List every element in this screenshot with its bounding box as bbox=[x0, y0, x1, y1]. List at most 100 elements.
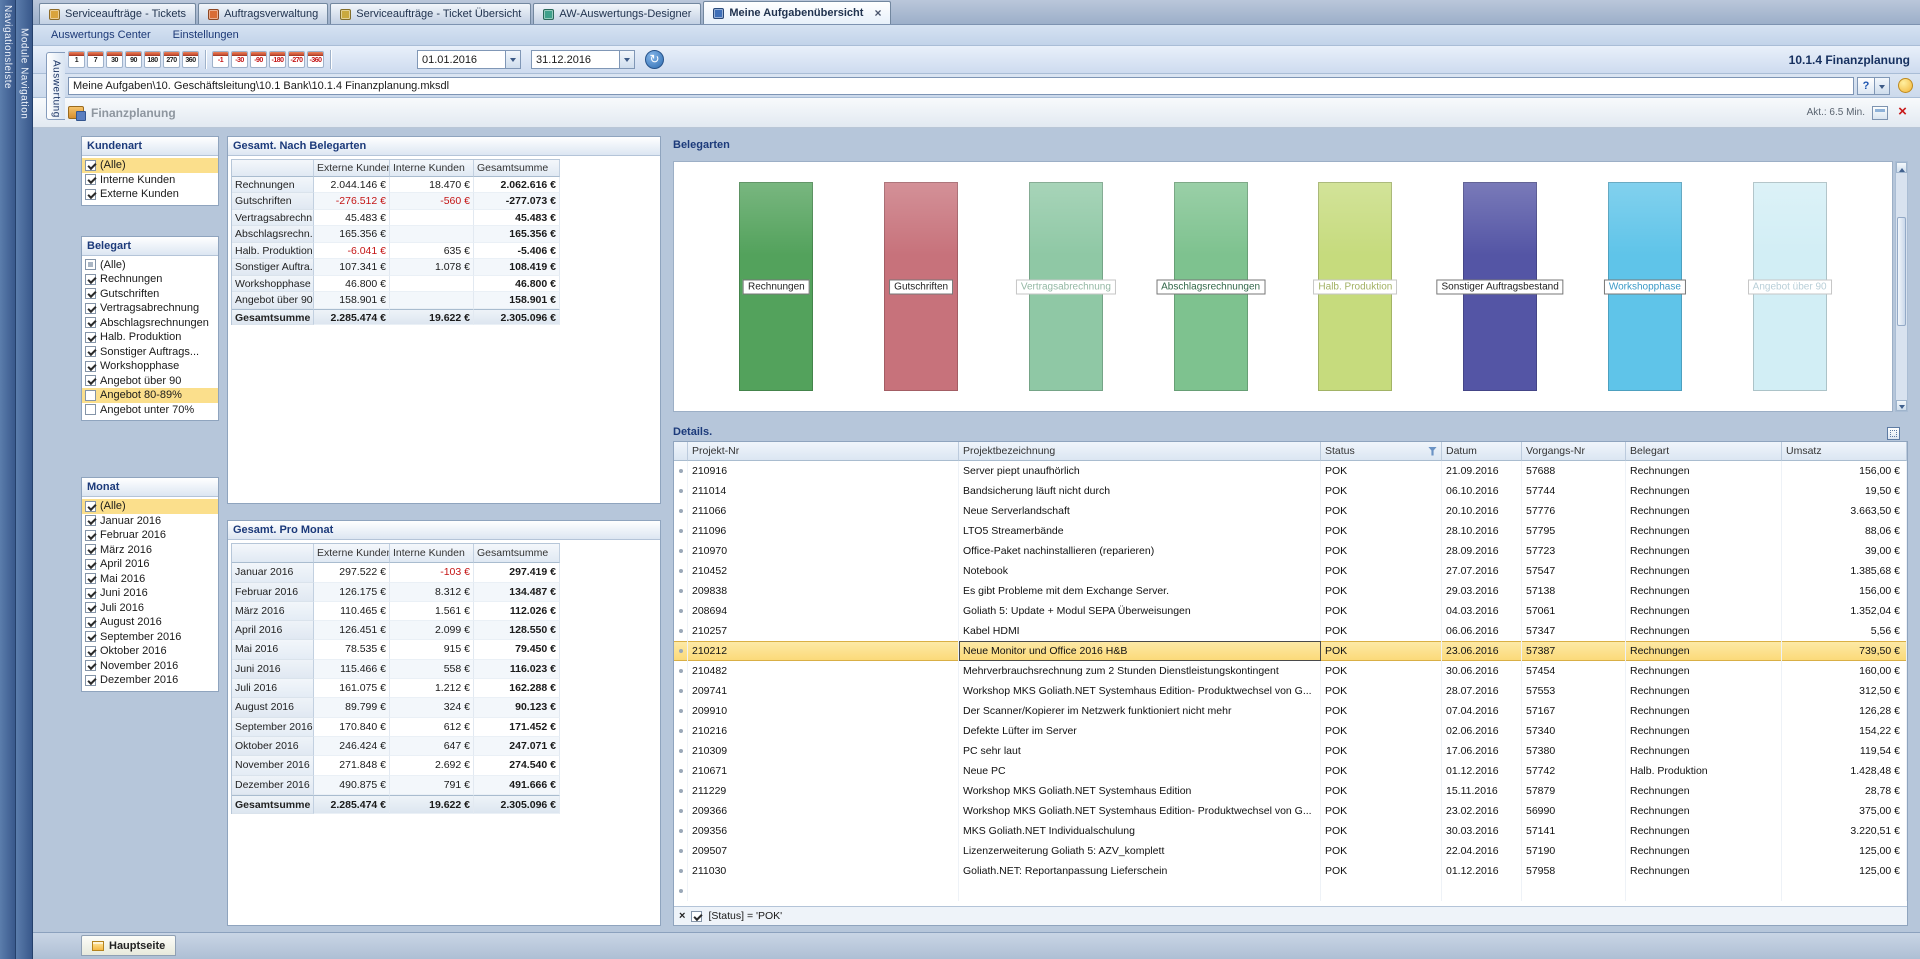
details-column-projektbezeichnung[interactable]: Projektbezeichnung bbox=[959, 442, 1321, 461]
checkbox-checked-icon[interactable] bbox=[85, 501, 96, 512]
details-row-209838[interactable]: 209838Es gibt Probleme mit dem Exchange … bbox=[674, 581, 1907, 601]
details-row-210916[interactable]: 210916Server piept unaufhörlichPOK21.09.… bbox=[674, 461, 1907, 481]
checkbox-checked-icon[interactable] bbox=[85, 375, 96, 386]
document-tab-auftragsverwaltung[interactable]: Auftragsverwaltung bbox=[198, 3, 328, 24]
filter-item-gutschriften[interactable]: Gutschriften bbox=[82, 287, 218, 302]
checkbox-checked-icon[interactable] bbox=[85, 573, 96, 584]
chart-scrollbar[interactable] bbox=[1895, 161, 1908, 412]
filter-item-mai-2016[interactable]: Mai 2016 bbox=[82, 572, 218, 587]
filter-item-halb-produktion[interactable]: Halb. Produktion bbox=[82, 330, 218, 345]
filter-item-oktober-2016[interactable]: Oktober 2016 bbox=[82, 644, 218, 659]
close-tab-icon[interactable]: × bbox=[874, 8, 881, 18]
filter-item-alle[interactable]: (Alle) bbox=[82, 258, 218, 273]
details-row-210482[interactable]: 210482Mehrverbrauchsrechnung zum 2 Stund… bbox=[674, 661, 1907, 681]
checkbox-checked-icon[interactable] bbox=[85, 303, 96, 314]
range-button-minus-360[interactable]: -360 bbox=[307, 51, 324, 68]
checkbox-checked-icon[interactable] bbox=[85, 559, 96, 570]
column-header-externe-kunden[interactable]: Externe Kunden bbox=[314, 160, 390, 177]
chart-bar-halb-produktion[interactable]: Halb. Produktion bbox=[1318, 182, 1392, 391]
checkbox-checked-icon[interactable] bbox=[85, 274, 96, 285]
tab-hauptseite[interactable]: Hauptseite bbox=[81, 935, 176, 956]
module-navigation-strip[interactable]: Module Navigation bbox=[16, 0, 33, 959]
details-row-210309[interactable]: 210309PC sehr lautPOK17.06.201657380Rech… bbox=[674, 741, 1907, 761]
filter-item-dezember-2016[interactable]: Dezember 2016 bbox=[82, 673, 218, 688]
details-row-211030[interactable]: 211030Goliath.NET: Reportanpassung Liefe… bbox=[674, 861, 1907, 881]
details-row-blank[interactable] bbox=[674, 881, 1907, 901]
checkbox-checked-icon[interactable] bbox=[85, 317, 96, 328]
details-column-umsatz[interactable]: Umsatz bbox=[1782, 442, 1907, 461]
details-row-209356[interactable]: 209356MKS Goliath.NET Individualschulung… bbox=[674, 821, 1907, 841]
report-path-input[interactable] bbox=[68, 77, 1854, 95]
details-row-210216[interactable]: 210216Defekte Lüfter im ServerPOK02.06.2… bbox=[674, 721, 1907, 741]
details-row-210212[interactable]: 210212Neue Monitor und Office 2016 H&BPO… bbox=[674, 641, 1907, 661]
column-header-gesamtsumme[interactable]: Gesamtsumme bbox=[474, 160, 560, 177]
navigationsleiste-strip[interactable]: Navigationsleiste bbox=[0, 0, 16, 959]
details-row-211229[interactable]: 211229Workshop MKS Goliath.NET Systemhau… bbox=[674, 781, 1907, 801]
details-row-211066[interactable]: 211066Neue ServerlandschaftPOK20.10.2016… bbox=[674, 501, 1907, 521]
filter-item-angebot-80-89[interactable]: Angebot 80-89% bbox=[82, 388, 218, 403]
filter-funnel-icon[interactable] bbox=[1428, 447, 1437, 456]
scroll-down-arrow-icon[interactable] bbox=[1896, 400, 1907, 411]
filter-item-abschlagsrechnungen[interactable]: Abschlagsrechnungen bbox=[82, 316, 218, 331]
help-button[interactable]: ? bbox=[1857, 77, 1875, 95]
refresh-icon[interactable]: ↻ bbox=[645, 50, 664, 69]
menu-einstellungen[interactable]: Einstellungen bbox=[163, 27, 249, 43]
details-row-209910[interactable]: 209910Der Scanner/Kopierer im Netzwerk f… bbox=[674, 701, 1907, 721]
chart-bar-angebot-über-90[interactable]: Angebot über 90 bbox=[1753, 182, 1827, 391]
checkbox-checked-icon[interactable] bbox=[85, 174, 96, 185]
tab-auswertung[interactable]: Auswertung bbox=[46, 52, 65, 120]
checkbox-checked-icon[interactable] bbox=[85, 675, 96, 686]
filter-item-februar-2016[interactable]: Februar 2016 bbox=[82, 528, 218, 543]
maximize-grid-icon[interactable] bbox=[1887, 427, 1900, 440]
document-tab-serviceaufträge-ticket-übersicht[interactable]: Serviceaufträge - Ticket Übersicht bbox=[330, 3, 531, 24]
details-row-208694[interactable]: 208694Goliath 5: Update + Modul SEPA Übe… bbox=[674, 601, 1907, 621]
checkbox-checked-icon[interactable] bbox=[85, 332, 96, 343]
filter-item-november-2016[interactable]: November 2016 bbox=[82, 659, 218, 674]
checkbox-unchecked-icon[interactable] bbox=[85, 404, 96, 415]
checkbox-checked-icon[interactable] bbox=[85, 602, 96, 613]
checkbox-checked-icon[interactable] bbox=[85, 544, 96, 555]
checkbox-checked-icon[interactable] bbox=[85, 530, 96, 541]
details-row-209366[interactable]: 209366Workshop MKS Goliath.NET Systemhau… bbox=[674, 801, 1907, 821]
checkbox-checked-icon[interactable] bbox=[85, 288, 96, 299]
details-row-211014[interactable]: 211014Bandsicherung läuft nicht durchPOK… bbox=[674, 481, 1907, 501]
filter-item-alle[interactable]: (Alle) bbox=[82, 158, 218, 173]
filter-item-vertragsabrechnung[interactable]: Vertragsabrechnung bbox=[82, 301, 218, 316]
filter-item-märz-2016[interactable]: März 2016 bbox=[82, 543, 218, 558]
range-button-360[interactable]: 360 bbox=[182, 51, 199, 68]
checkbox-checked-icon[interactable] bbox=[85, 617, 96, 628]
chart-bar-workshopphase[interactable]: Workshopphase bbox=[1608, 182, 1682, 391]
details-row-209507[interactable]: 209507Lizenzerweiterung Goliath 5: AZV_k… bbox=[674, 841, 1907, 861]
filter-item-angebot-unter-70[interactable]: Angebot unter 70% bbox=[82, 403, 218, 418]
details-row-210452[interactable]: 210452NotebookPOK27.07.201657547Rechnung… bbox=[674, 561, 1907, 581]
details-column-status[interactable]: Status bbox=[1321, 442, 1442, 461]
range-button-180[interactable]: 180 bbox=[144, 51, 161, 68]
checkbox-checked-icon[interactable] bbox=[85, 515, 96, 526]
details-column-belegart[interactable]: Belegart bbox=[1626, 442, 1782, 461]
checkbox-partial-icon[interactable] bbox=[85, 259, 96, 270]
filter-item-interne-kunden[interactable]: Interne Kunden bbox=[82, 173, 218, 188]
column-header-gesamtsumme[interactable]: Gesamtsumme bbox=[474, 544, 560, 563]
checkbox-checked-icon[interactable] bbox=[85, 160, 96, 171]
range-button-1[interactable]: 1 bbox=[68, 51, 85, 68]
chevron-down-icon[interactable] bbox=[1875, 77, 1890, 95]
chart-bar-gutschriften[interactable]: Gutschriften bbox=[884, 182, 958, 391]
layout-grid-icon[interactable] bbox=[1872, 106, 1888, 120]
range-button-30[interactable]: 30 bbox=[106, 51, 123, 68]
details-row-211096[interactable]: 211096LTO5 StreamerbändePOK28.10.2016577… bbox=[674, 521, 1907, 541]
chevron-down-icon[interactable] bbox=[619, 51, 634, 68]
checkbox-checked-icon[interactable] bbox=[85, 588, 96, 599]
chart-bar-abschlagsrechnungen[interactable]: Abschlagsrechnungen bbox=[1174, 182, 1248, 391]
filter-item-juni-2016[interactable]: Juni 2016 bbox=[82, 586, 218, 601]
column-header-interne-kunden[interactable]: Interne Kunden bbox=[390, 544, 474, 563]
range-button-minus-270[interactable]: -270 bbox=[288, 51, 305, 68]
filter-item-august-2016[interactable]: August 2016 bbox=[82, 615, 218, 630]
clear-filter-icon[interactable]: × bbox=[679, 911, 685, 921]
document-tab-meine-aufgabenübersicht[interactable]: Meine Aufgabenübersicht× bbox=[703, 1, 891, 24]
filter-item-workshopphase[interactable]: Workshopphase bbox=[82, 359, 218, 374]
chart-bar-vertragsabrechnung[interactable]: Vertragsabrechnung bbox=[1029, 182, 1103, 391]
range-button-90[interactable]: 90 bbox=[125, 51, 142, 68]
checkbox-checked-icon[interactable] bbox=[85, 346, 96, 357]
filter-enabled-checkbox[interactable] bbox=[691, 911, 702, 922]
chart-bar-sonstiger-auftragsbestand[interactable]: Sonstiger Auftragsbestand bbox=[1463, 182, 1537, 391]
